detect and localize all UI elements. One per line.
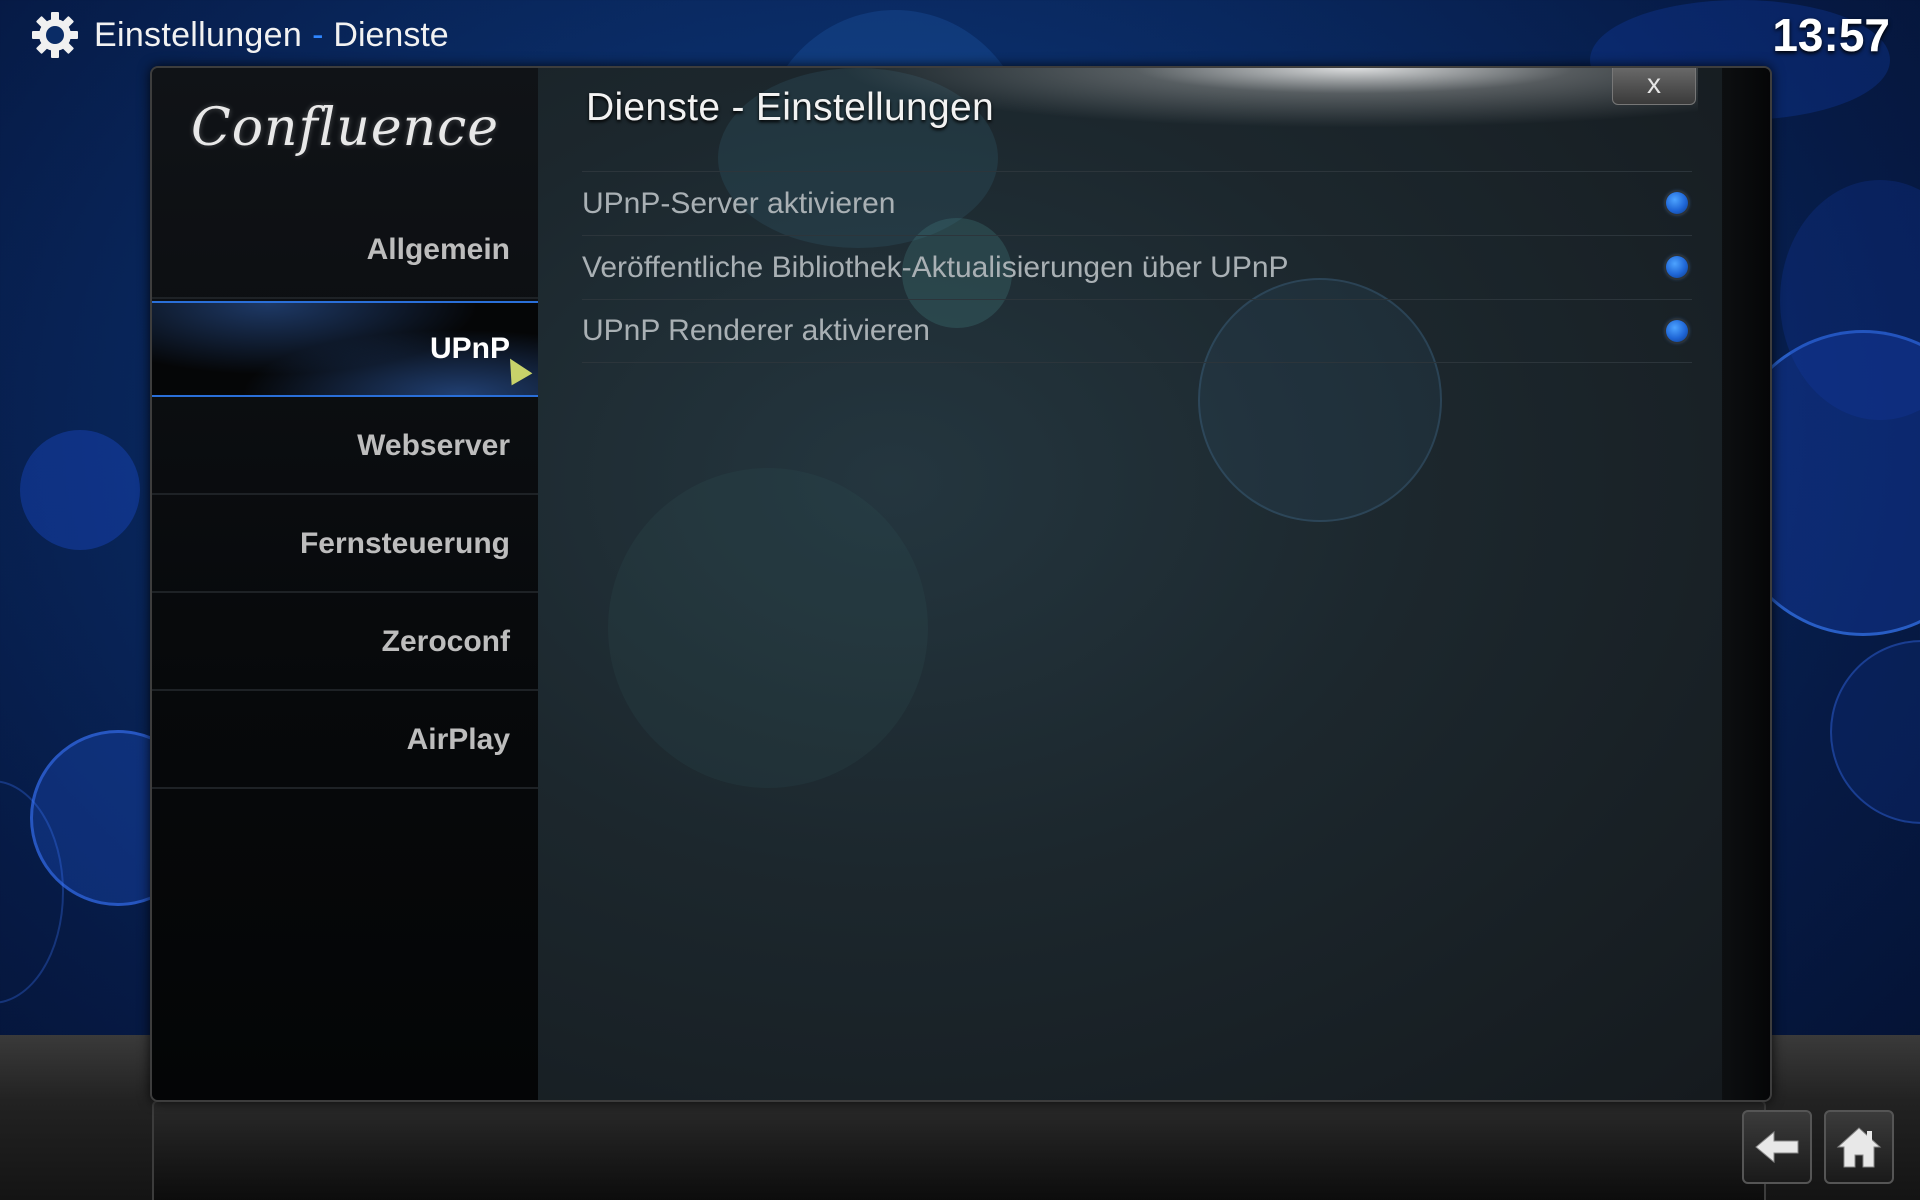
sidebar-item-airplay[interactable]: AirPlay [152, 693, 538, 789]
close-button[interactable]: x [1612, 68, 1696, 105]
sidebar-item-webserver[interactable]: Webserver [152, 399, 538, 495]
gear-icon [32, 12, 78, 58]
setting-label: Veröffentliche Bibliothek-Aktualisierung… [582, 250, 1289, 284]
radio-on-icon[interactable] [1666, 192, 1688, 214]
breadcrumb-title: Einstellungen [94, 15, 303, 54]
setting-label: UPnP Renderer aktivieren [582, 314, 930, 347]
setting-upnp-library-updates[interactable]: Veröffentliche Bibliothek-Aktualisierung… [582, 235, 1692, 299]
sidebar: Confluence Allgemein UPnP Webserver Fern… [152, 68, 538, 1100]
sidebar-item-label: UPnP [429, 332, 510, 365]
radio-on-icon[interactable] [1666, 320, 1688, 342]
home-icon [1836, 1127, 1882, 1168]
bottom-strip [152, 1100, 1766, 1200]
sidebar-item-label: AirPlay [406, 723, 510, 756]
sidebar-item-label: Zeroconf [381, 625, 510, 658]
setting-upnp-server[interactable]: UPnP-Server aktivieren [582, 171, 1692, 235]
sidebar-item-allgemein[interactable]: Allgemein [152, 203, 538, 299]
right-rail [1722, 68, 1770, 1100]
clock: 13:57 [1772, 9, 1890, 61]
radio-on-icon[interactable] [1666, 256, 1688, 278]
breadcrumb-subtitle: Dienste [333, 15, 449, 54]
background-bokeh [20, 430, 140, 550]
settings-list: UPnP-Server aktivieren Veröffentliche Bi… [582, 171, 1692, 363]
settings-dialog: Confluence Allgemein UPnP Webserver Fern… [150, 66, 1772, 1102]
sidebar-item-label: Allgemein [366, 233, 510, 266]
sidebar-item-label: Webserver [357, 429, 510, 462]
dialog-heading: Dienste - Einstellungen [586, 86, 994, 129]
sidebar-item-label: Fernsteuerung [299, 527, 510, 560]
sidebar-item-zeroconf[interactable]: Zeroconf [152, 595, 538, 691]
home-button[interactable] [1824, 1110, 1894, 1184]
confluence-logo: Confluence [190, 98, 500, 158]
background-bokeh [0, 780, 64, 1004]
background-bokeh [1830, 640, 1920, 824]
sidebar-item-upnp[interactable]: UPnP [152, 301, 538, 397]
setting-upnp-renderer[interactable]: UPnP Renderer aktivieren [582, 299, 1692, 363]
content-panel: Dienste - Einstellungen UPnP-Server akti… [538, 68, 1722, 1100]
back-arrow-icon [1755, 1130, 1799, 1164]
header-breadcrumb: Einstellungen - Dienste [30, 10, 449, 60]
sidebar-item-fernsteuerung[interactable]: Fernsteuerung [152, 497, 538, 593]
breadcrumb-separator: - [312, 15, 324, 54]
background-bokeh [1780, 180, 1920, 420]
sidebar-menu: Allgemein UPnP Webserver Fernsteuerung Z… [152, 203, 538, 791]
close-icon: x [1647, 68, 1661, 99]
background-bokeh [608, 468, 928, 788]
back-button[interactable] [1742, 1110, 1812, 1184]
setting-label: UPnP-Server aktivieren [582, 186, 896, 220]
